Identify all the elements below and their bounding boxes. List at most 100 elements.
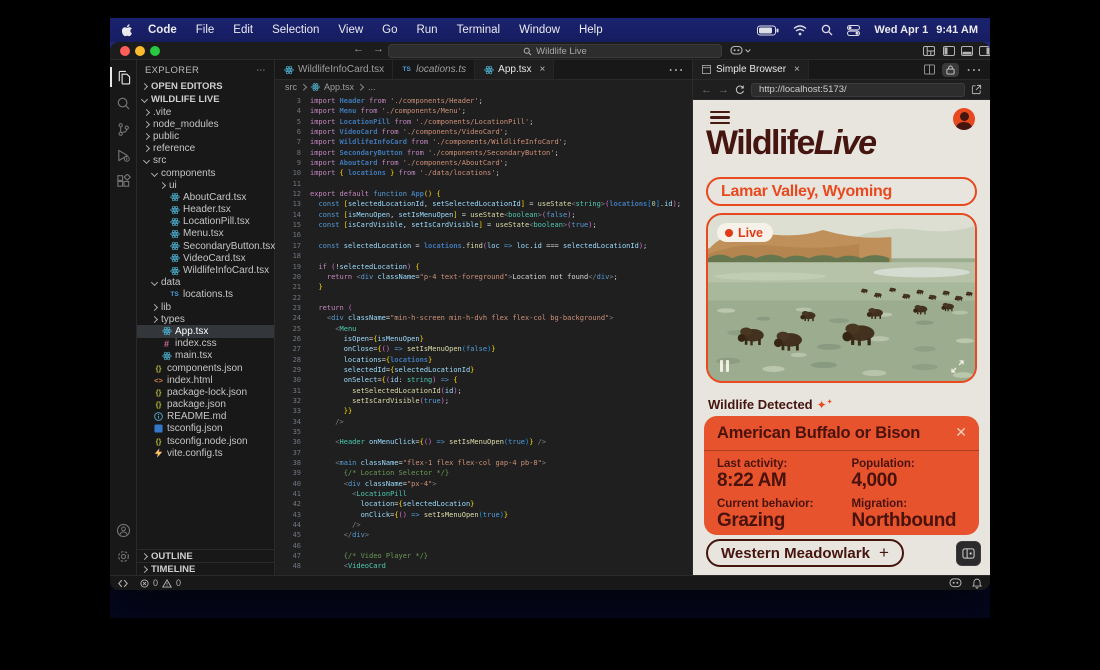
menu-item-file[interactable]: File	[196, 24, 215, 36]
settings-gear-icon[interactable]	[110, 543, 137, 569]
code-line-28[interactable]: 28 locations={locations}	[275, 355, 692, 365]
explorer-item-public[interactable]: public	[137, 130, 274, 142]
menu-item-selection[interactable]: Selection	[272, 24, 319, 36]
expand-icon[interactable]	[951, 360, 964, 373]
code-line-17[interactable]: 17 const selectedLocation = locations.fi…	[275, 241, 692, 251]
breadcrumb[interactable]: src App.tsx ...	[275, 80, 692, 94]
spotlight-search-icon[interactable]	[821, 24, 833, 36]
location-pill-button[interactable]: Lamar Valley, Wyoming	[706, 177, 977, 206]
explorer-item-data[interactable]: data	[137, 277, 274, 289]
code-line-4[interactable]: 4import Menu from './components/Menu';	[275, 106, 692, 116]
open-external-icon[interactable]	[971, 84, 982, 95]
apple-menu-icon[interactable]	[122, 24, 133, 37]
code-line-44[interactable]: 44 />	[275, 520, 692, 530]
code-line-3[interactable]: 3import Header from './components/Header…	[275, 96, 692, 106]
code-line-32[interactable]: 32 setIsCardVisible(true);	[275, 396, 692, 406]
notifications-bell-icon[interactable]	[972, 578, 982, 589]
code-line-34[interactable]: 34 />	[275, 417, 692, 427]
code-line-14[interactable]: 14 const [isMenuOpen, setIsMenuOpen] = u…	[275, 210, 692, 220]
explorer-item--vite[interactable]: .vite	[137, 106, 274, 118]
explorer-item-components[interactable]: components	[137, 167, 274, 179]
code-line-7[interactable]: 7import WildlifeInfoCard from './compone…	[275, 137, 692, 147]
explorer-item-wildlifeinfocard-tsx[interactable]: WildlifeInfoCard.tsx	[137, 264, 274, 276]
code-line-8[interactable]: 8import SecondaryButton from './componen…	[275, 148, 692, 158]
source-control-activity-icon[interactable]	[110, 116, 137, 142]
close-tab-icon[interactable]: ×	[540, 64, 546, 75]
close-window-button[interactable]	[120, 46, 130, 56]
explorer-item-index-html[interactable]: <>index.html	[137, 374, 274, 386]
explorer-item-locations-ts[interactable]: TSlocations.ts	[137, 289, 274, 301]
explorer-item-readme-md[interactable]: README.md	[137, 411, 274, 423]
code-line-39[interactable]: 39 {/* Location Selector */}	[275, 468, 692, 478]
outline-section[interactable]: OUTLINE	[137, 549, 274, 562]
code-line-47[interactable]: 47 {/* Video Player */}	[275, 551, 692, 561]
copilot-menu-icon[interactable]	[730, 45, 752, 56]
tab-locations[interactable]: TSlocations.ts	[393, 60, 475, 79]
code-line-21[interactable]: 21 }	[275, 282, 692, 292]
code-line-31[interactable]: 31 setSelectedLocationId(id);	[275, 386, 692, 396]
menu-item-window[interactable]: Window	[519, 24, 560, 36]
tab-app[interactable]: App.tsx ×	[475, 60, 554, 79]
explorer-item-locationpill-tsx[interactable]: LocationPill.tsx	[137, 216, 274, 228]
explorer-item-reference[interactable]: reference	[137, 143, 274, 155]
tab-wildlifeinfocard[interactable]: WildlifeInfoCard.tsx	[275, 60, 393, 79]
code-line-18[interactable]: 18	[275, 251, 692, 261]
explorer-item-components-json[interactable]: {}components.json	[137, 362, 274, 374]
browser-back-icon[interactable]: ←	[701, 84, 712, 96]
code-line-10[interactable]: 10import { locations } from './data/loca…	[275, 168, 692, 178]
lock-toggle[interactable]	[942, 63, 959, 77]
code-line-11[interactable]: 11	[275, 179, 692, 189]
menu-item-go[interactable]: Go	[382, 24, 397, 36]
accounts-icon[interactable]	[110, 517, 137, 543]
explorer-item-header-tsx[interactable]: Header.tsx	[137, 204, 274, 216]
browser-forward-icon[interactable]: →	[718, 84, 729, 96]
code-line-23[interactable]: 23 return (	[275, 303, 692, 313]
avatar[interactable]	[953, 108, 975, 130]
explorer-item-menu-tsx[interactable]: Menu.tsx	[137, 228, 274, 240]
explorer-item-node-modules[interactable]: node_modules	[137, 118, 274, 130]
code-line-36[interactable]: 36 <Header onMenuClick={() => setIsMenuO…	[275, 437, 692, 447]
wifi-icon[interactable]	[793, 25, 807, 36]
code-line-20[interactable]: 20 return <div className="p-4 text-foreg…	[275, 272, 692, 282]
menu-time[interactable]: 9:41 AM	[936, 24, 978, 36]
code-line-22[interactable]: 22	[275, 293, 692, 303]
code-line-30[interactable]: 30 onSelect={(id: string) => {	[275, 375, 692, 385]
nav-back-button[interactable]: ←	[353, 43, 364, 55]
explorer-item-app-tsx[interactable]: App.tsx	[137, 325, 274, 337]
code-line-33[interactable]: 33 }}	[275, 406, 692, 416]
explorer-item-vite-config-ts[interactable]: vite.config.ts	[137, 447, 274, 459]
zoom-window-button[interactable]	[150, 46, 160, 56]
browser-reload-icon[interactable]	[735, 85, 745, 95]
pause-button[interactable]	[720, 360, 729, 372]
code-line-46[interactable]: 46	[275, 541, 692, 551]
control-center-icon[interactable]	[847, 25, 860, 36]
editor-more-actions-icon[interactable]: ⋯	[668, 60, 684, 80]
code-line-40[interactable]: 40 <div className="px-4">	[275, 479, 692, 489]
explorer-item-main-tsx[interactable]: main.tsx	[137, 350, 274, 362]
toggle-panel-icon[interactable]	[961, 45, 973, 57]
explorer-item-package-lock-json[interactable]: {}package-lock.json	[137, 386, 274, 398]
run-debug-activity-icon[interactable]	[110, 142, 137, 168]
code-line-5[interactable]: 5import LocationPill from './components/…	[275, 117, 692, 127]
code-line-38[interactable]: 38 <main className="flex-1 flex flex-col…	[275, 458, 692, 468]
explorer-item-tsconfig-node-json[interactable]: {}tsconfig.node.json	[137, 435, 274, 447]
explorer-item-tsconfig-json[interactable]: tsconfig.json	[137, 423, 274, 435]
live-video-card[interactable]: Live	[706, 213, 977, 383]
explorer-item-ui[interactable]: ui	[137, 179, 274, 191]
url-input[interactable]: http://localhost:5173/	[751, 83, 965, 97]
menu-item-terminal[interactable]: Terminal	[457, 24, 500, 36]
explorer-item-videocard-tsx[interactable]: VideoCard.tsx	[137, 252, 274, 264]
code-line-6[interactable]: 6import VideoCard from './components/Vid…	[275, 127, 692, 137]
dismiss-card-icon[interactable]: ✕	[955, 424, 967, 441]
explorer-item-src[interactable]: src	[137, 155, 274, 167]
code-line-9[interactable]: 9import AboutCard from './components/Abo…	[275, 158, 692, 168]
code-line-24[interactable]: 24 <div className="min-h-screen min-h-dv…	[275, 313, 692, 323]
toggle-primary-sidebar-icon[interactable]	[943, 45, 955, 57]
code-line-37[interactable]: 37	[275, 448, 692, 458]
menu-app-name[interactable]: Code	[148, 24, 177, 36]
timeline-section[interactable]: TIMELINE	[137, 562, 274, 575]
battery-icon[interactable]	[757, 25, 779, 36]
code-line-12[interactable]: 12export default function App() {	[275, 189, 692, 199]
code-line-15[interactable]: 15 const [isCardVisible, setIsCardVisibl…	[275, 220, 692, 230]
command-center[interactable]: Wildlife Live	[388, 44, 722, 58]
